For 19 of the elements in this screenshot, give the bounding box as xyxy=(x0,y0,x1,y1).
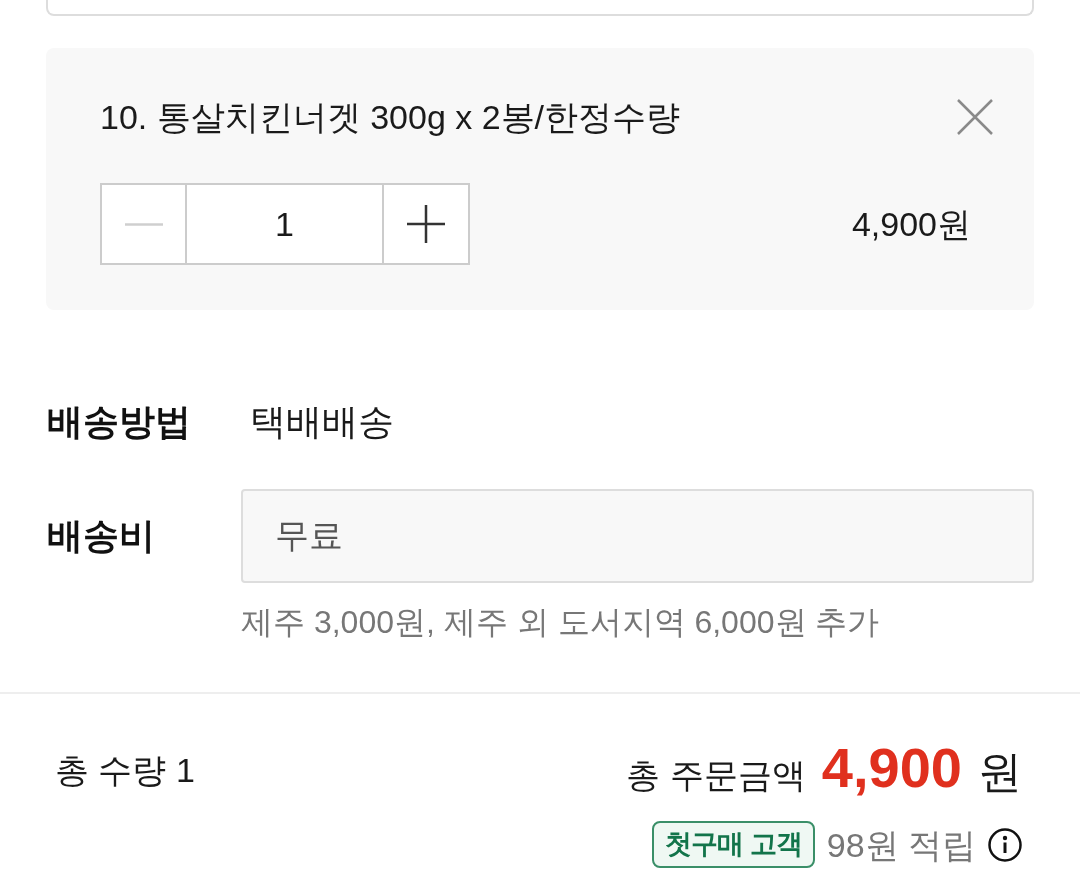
total-quantity: 총 수량 1 xyxy=(55,750,195,790)
total-amount-label: 총 주문금액 xyxy=(626,755,806,796)
info-icon[interactable] xyxy=(988,827,1022,862)
shipping-fee-note: 제주 3,000원, 제주 외 도서지역 6,000원 추가 xyxy=(241,603,881,642)
shipping-fee-label: 배송비 xyxy=(47,514,155,558)
close-icon[interactable] xyxy=(956,98,994,136)
shipping-method-value: 택배배송 xyxy=(250,400,394,444)
item-price: 4,900원 xyxy=(851,204,971,244)
product-title: 10. 통살치킨너겟 300g x 2봉/한정수량 xyxy=(100,97,681,137)
quantity-field[interactable]: 1 xyxy=(187,183,382,265)
input-field[interactable] xyxy=(46,0,1034,16)
currency-unit: 원 xyxy=(978,746,1022,798)
total-amount: 4,900 xyxy=(821,738,962,798)
minus-icon xyxy=(124,222,163,226)
increase-button[interactable] xyxy=(382,183,470,265)
plus-icon xyxy=(407,205,445,243)
first-purchase-badge: 첫구매 고객 xyxy=(652,821,815,868)
reward-points: 98원 적립 xyxy=(826,824,976,865)
shipping-method-label: 배송방법 xyxy=(47,400,191,444)
